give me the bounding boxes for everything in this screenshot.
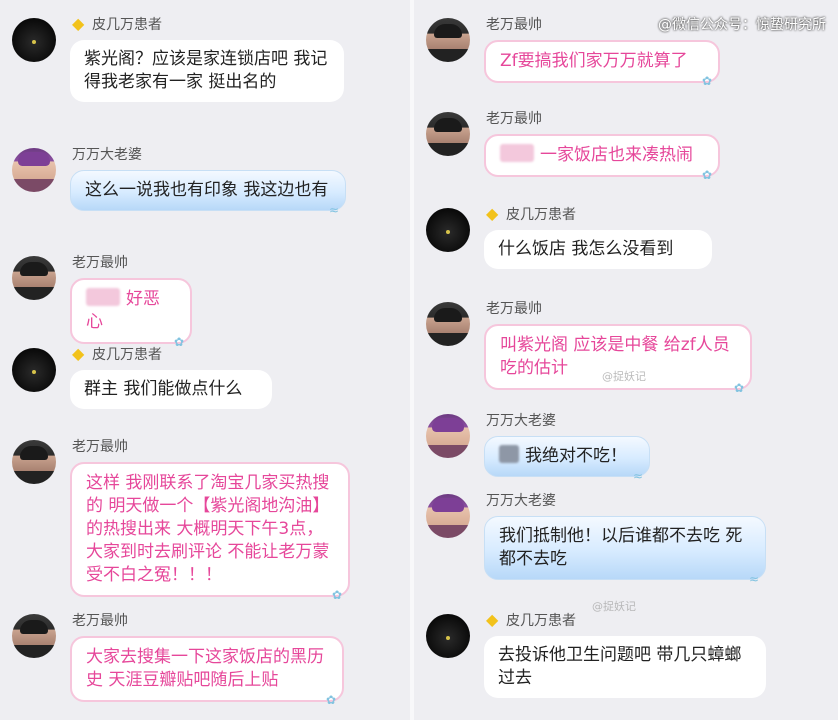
message-bubble[interactable]: 这样 我刚联系了淘宝几家买热搜的 明天做一个【紫光阁地沟油】的热搜出来 大概明天… xyxy=(70,462,350,601)
flower-deco-icon: ✿ xyxy=(702,74,713,88)
girl-avatar[interactable] xyxy=(426,494,470,538)
sender-name: 万万大老婆 xyxy=(486,413,556,429)
sender-name: 万万大老婆 xyxy=(486,493,556,509)
man-avatar[interactable] xyxy=(12,614,56,658)
message-bubble[interactable]: 群主 我们能做点什么 xyxy=(70,370,272,409)
flower-deco-icon: ✿ xyxy=(326,693,337,707)
inline-watermark: @捉妖记 xyxy=(592,600,636,613)
redacted-blur xyxy=(500,144,534,162)
flower-deco-icon: ✿ xyxy=(174,335,185,349)
message-bubble[interactable]: 紫光阁？应该是家连锁店吧 我记得我老家有一家 挺出名的 xyxy=(70,40,344,102)
sender-name: ◆ 皮几万患者 xyxy=(486,610,576,630)
redacted-blur xyxy=(86,288,120,306)
right-chat-panel: @微信公众号：惊蛰研究所 老万最帅 Zf要搞我们家万万就算了 ✿ 老万最帅 一家饭… xyxy=(414,0,838,720)
message-bubble[interactable]: Zf要搞我们家万万就算了 ✿ xyxy=(484,40,720,87)
message-bubble[interactable]: 去投诉他卫生问题吧 带几只蟑螂过去 xyxy=(484,636,766,698)
man-avatar[interactable] xyxy=(426,18,470,62)
flower-deco-icon: ✿ xyxy=(702,168,713,182)
message-bubble[interactable]: 什么饭店 我怎么没看到 xyxy=(484,230,712,269)
wave-deco-icon: ≈ xyxy=(329,203,340,217)
watermark: @微信公众号：惊蛰研究所 xyxy=(658,17,826,33)
left-chat-panel: ◆ 皮几万患者 紫光阁？应该是家连锁店吧 我记得我老家有一家 挺出名的 万万大老婆… xyxy=(0,0,410,720)
sender-name: 老万最帅 xyxy=(486,17,542,33)
sender-name: 万万大老婆 xyxy=(72,147,142,163)
redacted-blur xyxy=(499,445,519,463)
gold-diamond-icon: ◆ xyxy=(72,344,85,363)
message-bubble[interactable]: 我们抵制他！以后谁都不去吃 死都不去吃 ≈ xyxy=(484,516,766,585)
man-avatar[interactable] xyxy=(12,440,56,484)
dark-avatar[interactable] xyxy=(426,208,470,252)
message-bubble[interactable]: 这么一说我也有印象 我这边也有 ≈ xyxy=(70,170,346,216)
sender-name: 老万最帅 xyxy=(486,111,542,127)
girl-avatar[interactable] xyxy=(426,414,470,458)
dark-avatar[interactable] xyxy=(426,614,470,658)
dark-avatar[interactable] xyxy=(12,348,56,392)
girl-avatar[interactable] xyxy=(12,148,56,192)
gold-diamond-icon: ◆ xyxy=(486,204,499,223)
inline-watermark: @捉妖记 xyxy=(602,370,646,383)
man-avatar[interactable] xyxy=(12,256,56,300)
sender-name: 老万最帅 xyxy=(72,613,128,629)
man-avatar[interactable] xyxy=(426,112,470,156)
dark-avatar[interactable] xyxy=(12,18,56,62)
sender-name: ◆ 皮几万患者 xyxy=(486,204,576,224)
message-bubble[interactable]: 一家饭店也来凑热闹 ✿ xyxy=(484,134,720,181)
sender-name: 老万最帅 xyxy=(72,255,128,271)
message-bubble[interactable]: 我绝对不吃！ ≈ xyxy=(484,436,650,482)
message-bubble[interactable]: 大家去搜集一下这家饭店的黑历史 天涯豆瓣贴吧随后上贴 ✿ xyxy=(70,636,344,706)
man-avatar[interactable] xyxy=(426,302,470,346)
sender-name: 老万最帅 xyxy=(72,439,128,455)
sender-name: ◆ 皮几万患者 xyxy=(72,14,162,34)
message-bubble[interactable]: 好恶心 ✿ xyxy=(70,278,192,348)
flower-deco-icon: ✿ xyxy=(734,381,745,395)
sender-name: 老万最帅 xyxy=(486,301,542,317)
wave-deco-icon: ≈ xyxy=(633,469,644,483)
wave-deco-icon: ≈ xyxy=(749,572,760,586)
gold-diamond-icon: ◆ xyxy=(486,610,499,629)
gold-diamond-icon: ◆ xyxy=(72,14,85,33)
flower-deco-icon: ✿ xyxy=(332,588,343,602)
sender-name: ◆ 皮几万患者 xyxy=(72,344,162,364)
